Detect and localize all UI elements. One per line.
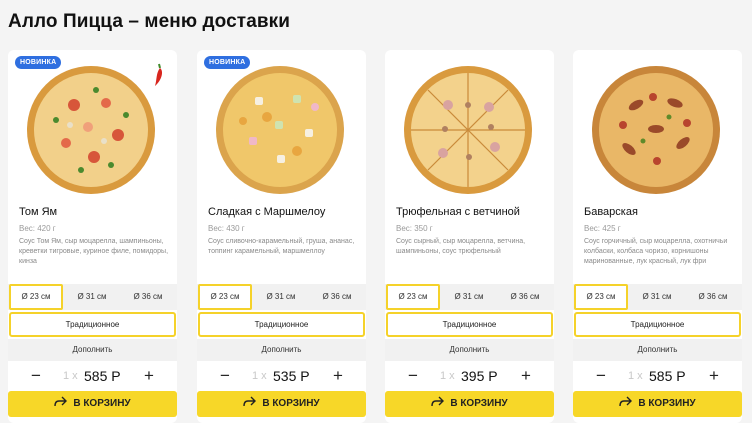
quantity-stepper: − 1 x 585 Р + — [8, 363, 177, 389]
share-arrow-icon — [243, 396, 257, 407]
product-card: НОВИНКА Том Ям Вес: 420 г Соус Том Ям, с… — [8, 50, 177, 423]
add-to-cart-button[interactable]: В КОРЗИНУ — [197, 391, 366, 417]
add-to-cart-button[interactable]: В КОРЗИНУ — [573, 391, 742, 417]
product-price: 535 Р — [273, 368, 310, 384]
size-option-36[interactable]: Ø 36 см — [121, 284, 175, 310]
minus-icon[interactable]: − — [591, 366, 611, 386]
pizza-image[interactable] — [215, 65, 345, 195]
size-option-23[interactable]: Ø 23 см — [9, 284, 63, 310]
add-to-cart-button[interactable]: В КОРЗИНУ — [385, 391, 554, 417]
add-extras-button[interactable]: Дополнить — [573, 339, 742, 361]
product-description: Соус сливочно-карамельный, грушa, ананас… — [208, 238, 355, 255]
page-title: Алло Пицца – меню доставки — [8, 11, 291, 32]
size-option-23[interactable]: Ø 23 см — [198, 284, 252, 310]
add-to-cart-label: В КОРЗИНУ — [262, 398, 320, 409]
product-weight: Вес: 430 г — [208, 224, 245, 233]
product-card: Трюфельная с ветчиной Вес: 350 г Соус сы… — [385, 50, 554, 423]
product-name[interactable]: Баварская — [584, 206, 638, 218]
size-selector: Ø 23 см Ø 31 см Ø 36 см — [573, 284, 742, 310]
new-badge: НОВИНКА — [15, 56, 62, 69]
chili-pepper-icon — [155, 63, 163, 86]
size-option-31[interactable]: Ø 31 см — [65, 284, 119, 310]
quantity-value: 1 x — [628, 370, 643, 382]
product-description: Соус горчичный, сыр моцарелла, охотничьи… — [584, 238, 728, 265]
dough-option-traditional[interactable]: Традиционное — [198, 312, 365, 337]
size-option-36[interactable]: Ø 36 см — [498, 284, 552, 310]
size-option-31[interactable]: Ø 31 см — [254, 284, 308, 310]
add-to-cart-button[interactable]: В КОРЗИНУ — [8, 391, 177, 417]
quantity-stepper: − 1 x 395 Р + — [385, 363, 554, 389]
new-badge: НОВИНКА — [204, 56, 251, 69]
product-price: 585 Р — [649, 368, 686, 384]
dough-option-traditional[interactable]: Традиционное — [386, 312, 553, 337]
size-selector: Ø 23 см Ø 31 см Ø 36 см — [8, 284, 177, 310]
product-name[interactable]: Том Ям — [19, 206, 57, 218]
plus-icon[interactable]: + — [139, 366, 159, 386]
product-name[interactable]: Сладкая с Маршмелоу — [208, 206, 325, 218]
size-option-23[interactable]: Ø 23 см — [574, 284, 628, 310]
quantity-stepper: − 1 x 535 Р + — [197, 363, 366, 389]
minus-icon[interactable]: − — [215, 366, 235, 386]
product-weight: Вес: 350 г — [396, 224, 433, 233]
product-price: 395 Р — [461, 368, 498, 384]
add-to-cart-label: В КОРЗИНУ — [638, 398, 696, 409]
quantity-value: 1 x — [440, 370, 455, 382]
quantity-value: 1 x — [252, 370, 267, 382]
product-weight: Вес: 420 г — [19, 224, 56, 233]
product-description: Соус сырный, сыр моцарелла, ветчина, шам… — [396, 238, 526, 255]
pizza-image[interactable] — [403, 65, 533, 195]
dough-option-traditional[interactable]: Традиционное — [9, 312, 176, 337]
size-option-31[interactable]: Ø 31 см — [630, 284, 684, 310]
pizza-image[interactable] — [591, 65, 721, 195]
product-description: Соус Том Ям, сыр моцарелла, шампиньоны, … — [19, 238, 169, 265]
size-selector: Ø 23 см Ø 31 см Ø 36 см — [385, 284, 554, 310]
add-extras-button[interactable]: Дополнить — [8, 339, 177, 361]
plus-icon[interactable]: + — [516, 366, 536, 386]
plus-icon[interactable]: + — [704, 366, 724, 386]
add-to-cart-label: В КОРЗИНУ — [450, 398, 508, 409]
add-extras-button[interactable]: Дополнить — [197, 339, 366, 361]
add-extras-button[interactable]: Дополнить — [385, 339, 554, 361]
product-card: Баварская Вес: 425 г Соус горчичный, сыр… — [573, 50, 742, 423]
product-price: 585 Р — [84, 368, 121, 384]
size-option-36[interactable]: Ø 36 см — [310, 284, 364, 310]
size-selector: Ø 23 см Ø 31 см Ø 36 см — [197, 284, 366, 310]
minus-icon[interactable]: − — [403, 366, 423, 386]
quantity-stepper: − 1 x 585 Р + — [573, 363, 742, 389]
product-card: НОВИНКА Сладкая с Маршмелоу Вес: 430 г С… — [197, 50, 366, 423]
product-weight: Вес: 425 г — [584, 224, 621, 233]
size-option-36[interactable]: Ø 36 см — [686, 284, 740, 310]
share-arrow-icon — [431, 396, 445, 407]
share-arrow-icon — [619, 396, 633, 407]
plus-icon[interactable]: + — [328, 366, 348, 386]
dough-option-traditional[interactable]: Традиционное — [574, 312, 741, 337]
minus-icon[interactable]: − — [26, 366, 46, 386]
size-option-23[interactable]: Ø 23 см — [386, 284, 440, 310]
product-name[interactable]: Трюфельная с ветчиной — [396, 206, 520, 218]
quantity-value: 1 x — [63, 370, 78, 382]
size-option-31[interactable]: Ø 31 см — [442, 284, 496, 310]
share-arrow-icon — [54, 396, 68, 407]
pizza-image[interactable] — [26, 65, 156, 195]
add-to-cart-label: В КОРЗИНУ — [73, 398, 131, 409]
